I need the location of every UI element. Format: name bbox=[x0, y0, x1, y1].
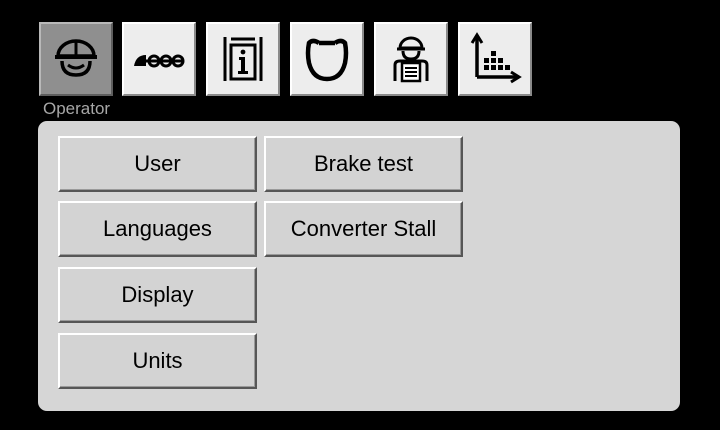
info-document-icon bbox=[223, 37, 263, 81]
converter-stall-button[interactable]: Converter Stall bbox=[264, 201, 463, 257]
technician-clipboard-icon bbox=[393, 36, 429, 83]
tab-ring[interactable] bbox=[290, 22, 364, 96]
languages-button[interactable]: Languages bbox=[58, 201, 257, 257]
machine-icon bbox=[134, 54, 185, 68]
ring-icon bbox=[305, 38, 349, 82]
active-tab-caption: Operator bbox=[43, 99, 111, 118]
display-button[interactable]: Display bbox=[58, 267, 257, 323]
tab-operator[interactable] bbox=[39, 22, 113, 96]
tab-info[interactable] bbox=[206, 22, 280, 96]
brake-test-button[interactable]: Brake test bbox=[264, 136, 463, 192]
tab-machine[interactable] bbox=[122, 22, 196, 96]
user-button[interactable]: User bbox=[58, 136, 257, 192]
tab-technician[interactable] bbox=[374, 22, 448, 96]
tab-statistics[interactable] bbox=[458, 22, 532, 96]
bar-chart-icon bbox=[470, 32, 522, 84]
units-button[interactable]: Units bbox=[58, 333, 257, 389]
operator-helmet-icon bbox=[55, 39, 97, 77]
